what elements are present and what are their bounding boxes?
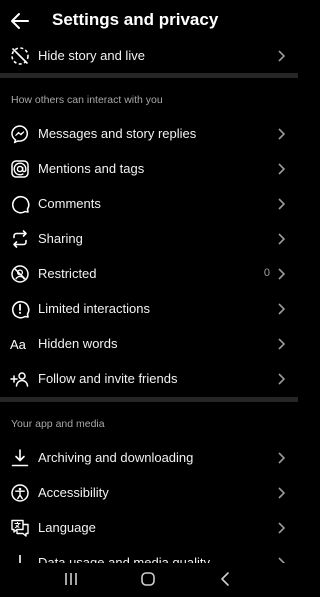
menu-item-follow-invite[interactable]: Follow and invite friends — [0, 361, 298, 396]
home-icon[interactable] — [139, 571, 157, 587]
back-arrow-icon[interactable] — [8, 9, 32, 33]
menu-item-label: Comments — [38, 196, 101, 211]
section-title-interactions: How others can interact with you — [11, 94, 163, 106]
chevron-right-icon — [278, 50, 286, 62]
download-icon — [11, 449, 29, 467]
menu-item-label: Accessibility — [38, 485, 109, 500]
section-divider — [0, 73, 298, 78]
menu-item-limited-interactions[interactable]: Limited interactions — [0, 291, 298, 326]
restricted-count: 0 — [263, 267, 270, 279]
menu-item-hidden-words[interactable]: Aa Hidden words — [0, 326, 298, 361]
chevron-right-icon — [278, 522, 286, 534]
chevron-right-icon — [278, 487, 286, 499]
chevron-right-icon — [278, 163, 286, 175]
chevron-right-icon — [278, 373, 286, 385]
accessibility-icon — [11, 484, 29, 502]
menu-item-hide-story[interactable]: Hide story and live — [0, 38, 298, 73]
svg-text:Aa: Aa — [10, 337, 27, 352]
system-nav-bar — [0, 563, 298, 597]
page-title: Settings and privacy — [52, 10, 219, 29]
chevron-right-icon — [278, 268, 286, 280]
menu-item-label: Archiving and downloading — [38, 450, 194, 465]
back-icon[interactable] — [217, 571, 235, 587]
clipped-row-container: Data usage and media quality — [0, 545, 298, 565]
menu-item-archiving[interactable]: Archiving and downloading — [0, 440, 298, 475]
menu-item-label: Mentions and tags — [38, 161, 145, 176]
chevron-right-icon — [278, 198, 286, 210]
hide-story-icon — [11, 47, 29, 65]
at-sign-icon — [11, 160, 29, 178]
menu-item-messages[interactable]: Messages and story replies — [0, 116, 298, 151]
menu-item-mentions[interactable]: Mentions and tags — [0, 151, 298, 186]
section-title-app-media: Your app and media — [11, 418, 105, 430]
chevron-right-icon — [278, 233, 286, 245]
alert-icon — [11, 300, 30, 319]
header: Settings and privacy — [0, 0, 298, 42]
chevron-right-icon — [278, 128, 286, 140]
menu-item-label: Sharing — [38, 231, 83, 246]
comment-icon — [11, 195, 30, 214]
restricted-icon — [11, 265, 29, 283]
language-icon — [11, 519, 29, 537]
menu-item-language[interactable]: Language — [0, 510, 298, 545]
menu-item-label: Language — [38, 520, 96, 535]
chevron-right-icon — [278, 452, 286, 464]
menu-item-label: Follow and invite friends — [38, 371, 178, 386]
menu-item-restricted[interactable]: Restricted 0 — [0, 256, 298, 291]
share-icon — [13, 230, 27, 248]
menu-item-accessibility[interactable]: Accessibility — [0, 475, 298, 510]
chevron-right-icon — [278, 338, 286, 350]
menu-item-label: Restricted — [38, 266, 97, 281]
chevron-right-icon — [278, 303, 286, 315]
section-divider — [0, 397, 298, 402]
add-person-icon — [10, 372, 29, 387]
menu-item-label: Limited interactions — [38, 301, 150, 316]
menu-item-label: Messages and story replies — [38, 126, 197, 141]
recent-apps-icon[interactable] — [62, 571, 80, 587]
menu-item-label: Hide story and live — [38, 48, 145, 63]
text-aa-icon: Aa — [10, 337, 27, 352]
menu-item-label: Hidden words — [38, 336, 118, 351]
menu-item-comments[interactable]: Comments — [0, 186, 298, 221]
menu-item-sharing[interactable]: Sharing — [0, 221, 298, 256]
menu-item-data-usage[interactable]: Data usage and media quality — [0, 545, 298, 565]
messenger-icon — [11, 125, 28, 144]
